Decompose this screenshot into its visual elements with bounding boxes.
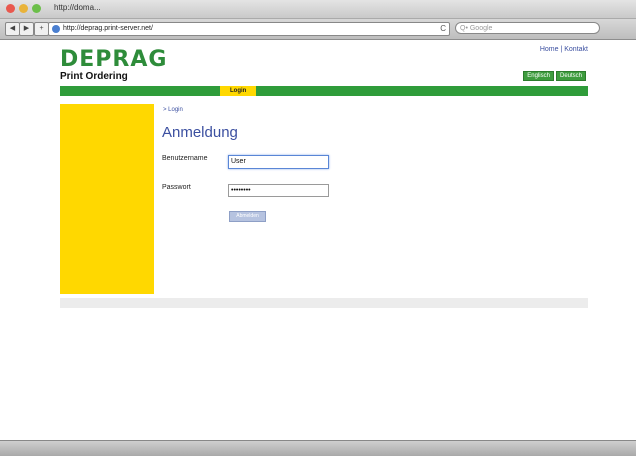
- language-english-button[interactable]: Englisch: [523, 71, 554, 81]
- search-input[interactable]: Q• Google: [455, 22, 600, 34]
- status-bar: [0, 440, 636, 456]
- search-icon: Q•: [460, 25, 468, 32]
- browser-toolbar: ◀ ▶ + http://deprag.print-server.net/ C …: [0, 19, 636, 40]
- title-bar: http://doma...: [0, 0, 636, 19]
- top-links: Home | Kontakt: [540, 46, 588, 53]
- menu-item-login[interactable]: Login: [220, 86, 257, 96]
- contact-link[interactable]: Kontakt: [564, 46, 588, 53]
- brand-logo[interactable]: DEPRAG: [60, 47, 167, 72]
- zoom-window-button[interactable]: [32, 4, 41, 13]
- link-separator: |: [560, 46, 563, 53]
- footer-bar: [60, 298, 588, 308]
- submit-button[interactable]: Abmelden: [229, 211, 266, 222]
- forward-button[interactable]: ▶: [19, 22, 34, 36]
- search-placeholder: Google: [469, 25, 493, 32]
- page-title: Anmeldung: [162, 124, 238, 141]
- username-field[interactable]: User: [228, 155, 329, 169]
- address-bar[interactable]: http://deprag.print-server.net/ C: [48, 22, 450, 36]
- web-page: DEPRAG Print Ordering Home | Kontakt Eng…: [0, 40, 636, 440]
- back-button[interactable]: ◀: [5, 22, 20, 36]
- close-window-button[interactable]: [6, 4, 15, 13]
- home-link[interactable]: Home: [540, 46, 559, 53]
- browser-window: http://doma... ◀ ▶ + http://deprag.print…: [0, 0, 636, 456]
- sidebar: [60, 104, 154, 294]
- language-switcher: Englisch Deutsch: [523, 71, 586, 81]
- window-controls: [6, 4, 41, 13]
- language-german-button[interactable]: Deutsch: [555, 71, 586, 81]
- password-label: Passwort: [162, 184, 191, 191]
- minimize-window-button[interactable]: [19, 4, 28, 13]
- window-title: http://doma...: [54, 3, 101, 12]
- reload-icon[interactable]: C: [440, 23, 446, 35]
- username-label: Benutzername: [162, 155, 208, 162]
- main-menu: Login: [60, 86, 588, 96]
- password-field[interactable]: ••••••••: [228, 184, 329, 197]
- globe-icon: [52, 25, 60, 33]
- add-bookmark-button[interactable]: +: [34, 22, 49, 36]
- address-text: http://deprag.print-server.net/: [63, 25, 153, 32]
- page-subtitle: Print Ordering: [60, 71, 128, 82]
- breadcrumb[interactable]: > Login: [163, 107, 183, 113]
